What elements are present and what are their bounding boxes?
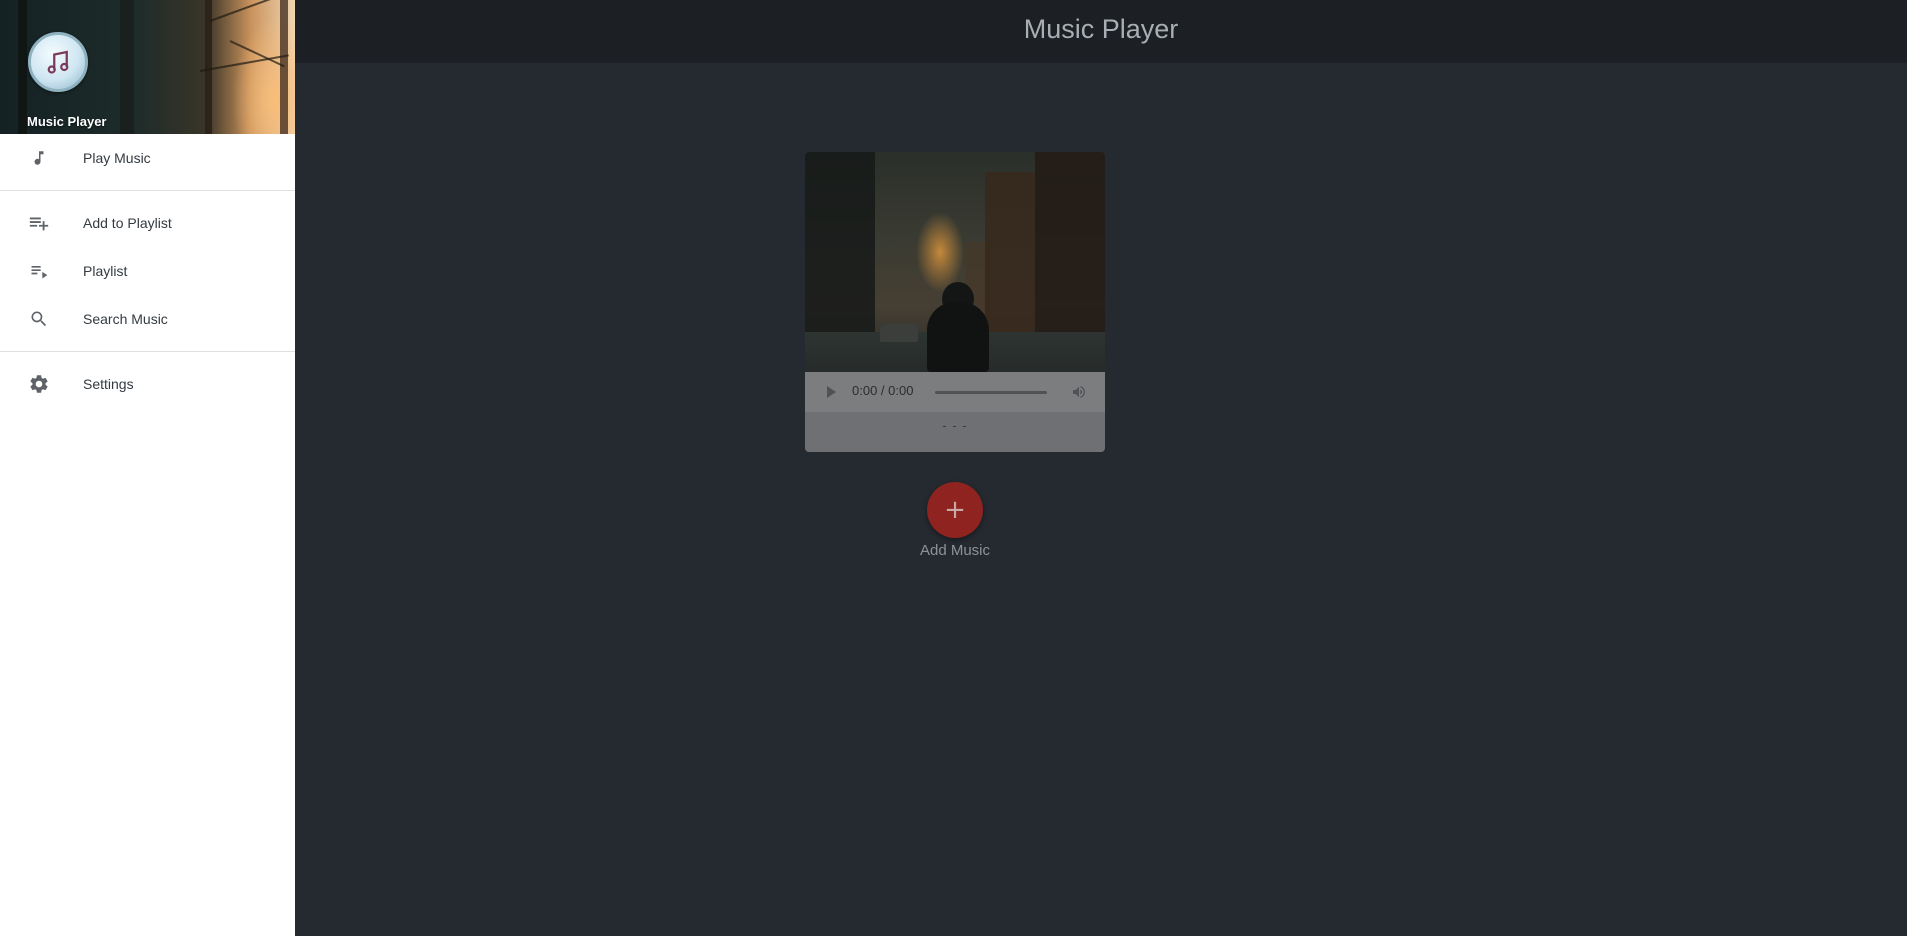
audio-player-controls: 0:00 / 0:00 — [805, 372, 1105, 412]
song-info: - - - — [805, 412, 1105, 452]
nav-item-label: Add to Playlist — [83, 215, 172, 231]
divider — [0, 190, 295, 191]
drawer-header: Music Player — [0, 0, 295, 134]
app-logo — [28, 32, 88, 92]
volume-icon[interactable] — [1070, 384, 1088, 400]
navigation-drawer: Music Player Play Music Add to Playlist … — [0, 0, 295, 936]
song-title: - - - — [942, 418, 968, 433]
top-app-bar: Music Player — [295, 0, 1907, 63]
nav-item-search-music[interactable]: Search Music — [0, 295, 295, 343]
nav-item-play-music[interactable]: Play Music — [0, 134, 295, 182]
nav-item-playlist[interactable]: Playlist — [0, 247, 295, 295]
seek-slider[interactable] — [935, 391, 1047, 394]
add-music-button[interactable]: + — [927, 482, 983, 538]
gear-icon — [28, 373, 50, 395]
plus-icon: + — [944, 495, 966, 525]
time-display: 0:00 / 0:00 — [852, 383, 914, 398]
divider — [0, 351, 295, 352]
play-button[interactable] — [827, 386, 836, 398]
nav-item-label: Search Music — [83, 311, 168, 327]
nav-item-settings[interactable]: Settings — [0, 360, 295, 408]
nav-item-label: Play Music — [83, 150, 151, 166]
nav-item-label: Settings — [83, 376, 134, 392]
playlist-play-icon — [28, 260, 50, 282]
music-note-icon — [28, 147, 50, 169]
page-title: Music Player — [1023, 14, 1179, 44]
player-card: 0:00 / 0:00 - - - — [805, 152, 1105, 452]
playlist-add-icon — [28, 212, 50, 234]
album-art — [805, 152, 1105, 372]
search-icon — [28, 308, 50, 330]
nav-item-label: Playlist — [83, 263, 128, 279]
nav-item-add-to-playlist[interactable]: Add to Playlist — [0, 199, 295, 247]
add-music-label: Add Music — [919, 542, 991, 559]
music-note-icon — [47, 50, 69, 74]
nav-list: Play Music Add to Playlist Playlist Sear… — [0, 134, 295, 408]
drawer-title: Music Player — [27, 114, 107, 129]
